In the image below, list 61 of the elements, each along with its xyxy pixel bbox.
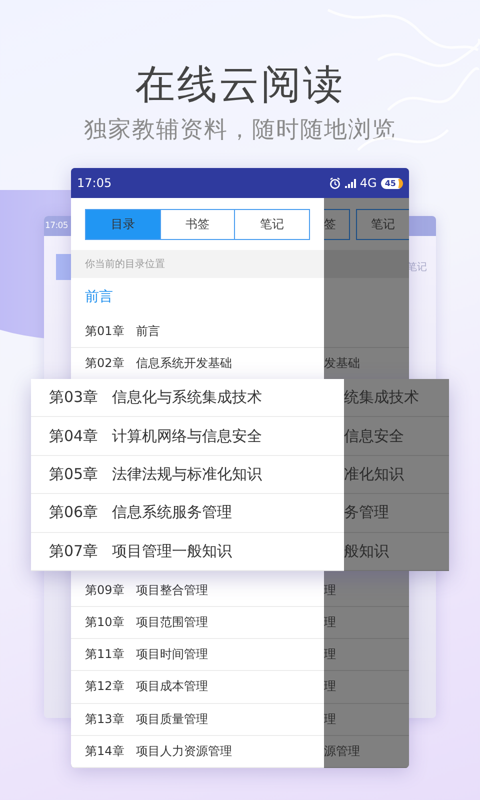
chapter-number: 第05章 bbox=[49, 465, 96, 484]
background-text: 理 bbox=[324, 582, 336, 599]
alarm-icon bbox=[328, 177, 341, 189]
background-text: 统集成技术 bbox=[344, 388, 419, 408]
chapter-title: 项目范围管理 bbox=[136, 614, 208, 631]
chapter-number: 第06章 bbox=[49, 503, 96, 522]
status-time: 17:05 bbox=[45, 221, 68, 231]
headline: 在线云阅读 bbox=[135, 61, 345, 110]
chapter-number: 第04章 bbox=[49, 426, 96, 446]
background-text: 源管理 bbox=[324, 742, 360, 760]
chapter-item[interactable]: 第01章 前言 bbox=[71, 316, 324, 348]
background-text: 准化知识 bbox=[344, 465, 404, 484]
background-text: 理 bbox=[324, 646, 336, 664]
chapter-item[interactable]: 第06章 信息系统服务管理 bbox=[31, 494, 344, 533]
chapter-item[interactable]: 第14章 项目人力资源管理 bbox=[71, 736, 324, 768]
chapter-number: 第10章 bbox=[85, 614, 123, 631]
background-text: 务管理 bbox=[344, 503, 389, 522]
chapter-number: 第13章 bbox=[85, 710, 123, 728]
signal-icon bbox=[344, 178, 356, 188]
network-type: 4G bbox=[360, 176, 377, 190]
background-text: 理 bbox=[324, 710, 336, 728]
chapter-title: 法律法规与标准化知识 bbox=[112, 465, 262, 484]
chapter-number: 第09章 bbox=[85, 582, 123, 599]
chapter-number: 第03章 bbox=[49, 388, 96, 408]
chapter-title: 项目人力资源管理 bbox=[136, 742, 232, 760]
chapter-number: 第02章 bbox=[85, 355, 123, 372]
chapter-title: 信息系统服务管理 bbox=[112, 503, 232, 522]
chapter-title: 计算机网络与信息安全 bbox=[112, 426, 262, 446]
chapter-title: 项目整合管理 bbox=[136, 582, 208, 599]
background-text: 理 bbox=[324, 678, 336, 696]
chapter-number: 第14章 bbox=[85, 742, 123, 760]
chapter-item[interactable]: 第12章 项目成本管理 bbox=[71, 671, 324, 704]
background-text: 信息安全 bbox=[344, 426, 404, 446]
chapter-item[interactable]: 第02章 信息系统开发基础 bbox=[71, 348, 324, 380]
chapter-number: 第07章 bbox=[49, 542, 96, 561]
chapter-number: 第01章 bbox=[85, 323, 123, 340]
background-text: 理 bbox=[324, 614, 336, 631]
chapter-item[interactable]: 第03章 信息化与系统集成技术 bbox=[31, 379, 344, 418]
chapter-title: 信息化与系统集成技术 bbox=[112, 388, 262, 408]
chapter-number: 第11章 bbox=[85, 646, 123, 664]
chapter-title: 项目成本管理 bbox=[136, 678, 208, 696]
subtitle: 独家教辅资料，随时随地浏览 bbox=[84, 116, 396, 145]
chapter-item[interactable]: 第11章 项目时间管理 bbox=[71, 639, 324, 672]
chapter-title: 前言 bbox=[136, 323, 160, 340]
chapter-title: 项目管理一般知识 bbox=[112, 542, 232, 561]
chapter-title: 项目质量管理 bbox=[136, 710, 208, 728]
section-header: 你当前的目录位置 bbox=[71, 250, 324, 278]
status-time: 17:05 bbox=[77, 176, 112, 190]
chapter-title: 信息系统开发基础 bbox=[136, 355, 232, 372]
chapter-item[interactable]: 第09章 项目整合管理 bbox=[71, 574, 324, 607]
battery-indicator: 45 bbox=[380, 178, 403, 188]
chapter-title: 项目时间管理 bbox=[136, 646, 208, 664]
background-text: 般知识 bbox=[344, 542, 389, 561]
tab[interactable]: 目录 bbox=[86, 210, 160, 239]
background-text: 发基础 bbox=[324, 355, 360, 372]
chapter-item[interactable]: 第13章 项目质量管理 bbox=[71, 704, 324, 736]
chapter-item[interactable]: 第10章 项目范围管理 bbox=[71, 606, 324, 639]
chapter-item[interactable]: 第05章 法律法规与标准化知识 bbox=[31, 456, 344, 494]
chapter-item[interactable]: 第04章 计算机网络与信息安全 bbox=[31, 417, 344, 456]
chapter-number: 第12章 bbox=[85, 678, 123, 696]
chapter-item[interactable]: 第07章 项目管理一般知识 bbox=[31, 532, 344, 571]
